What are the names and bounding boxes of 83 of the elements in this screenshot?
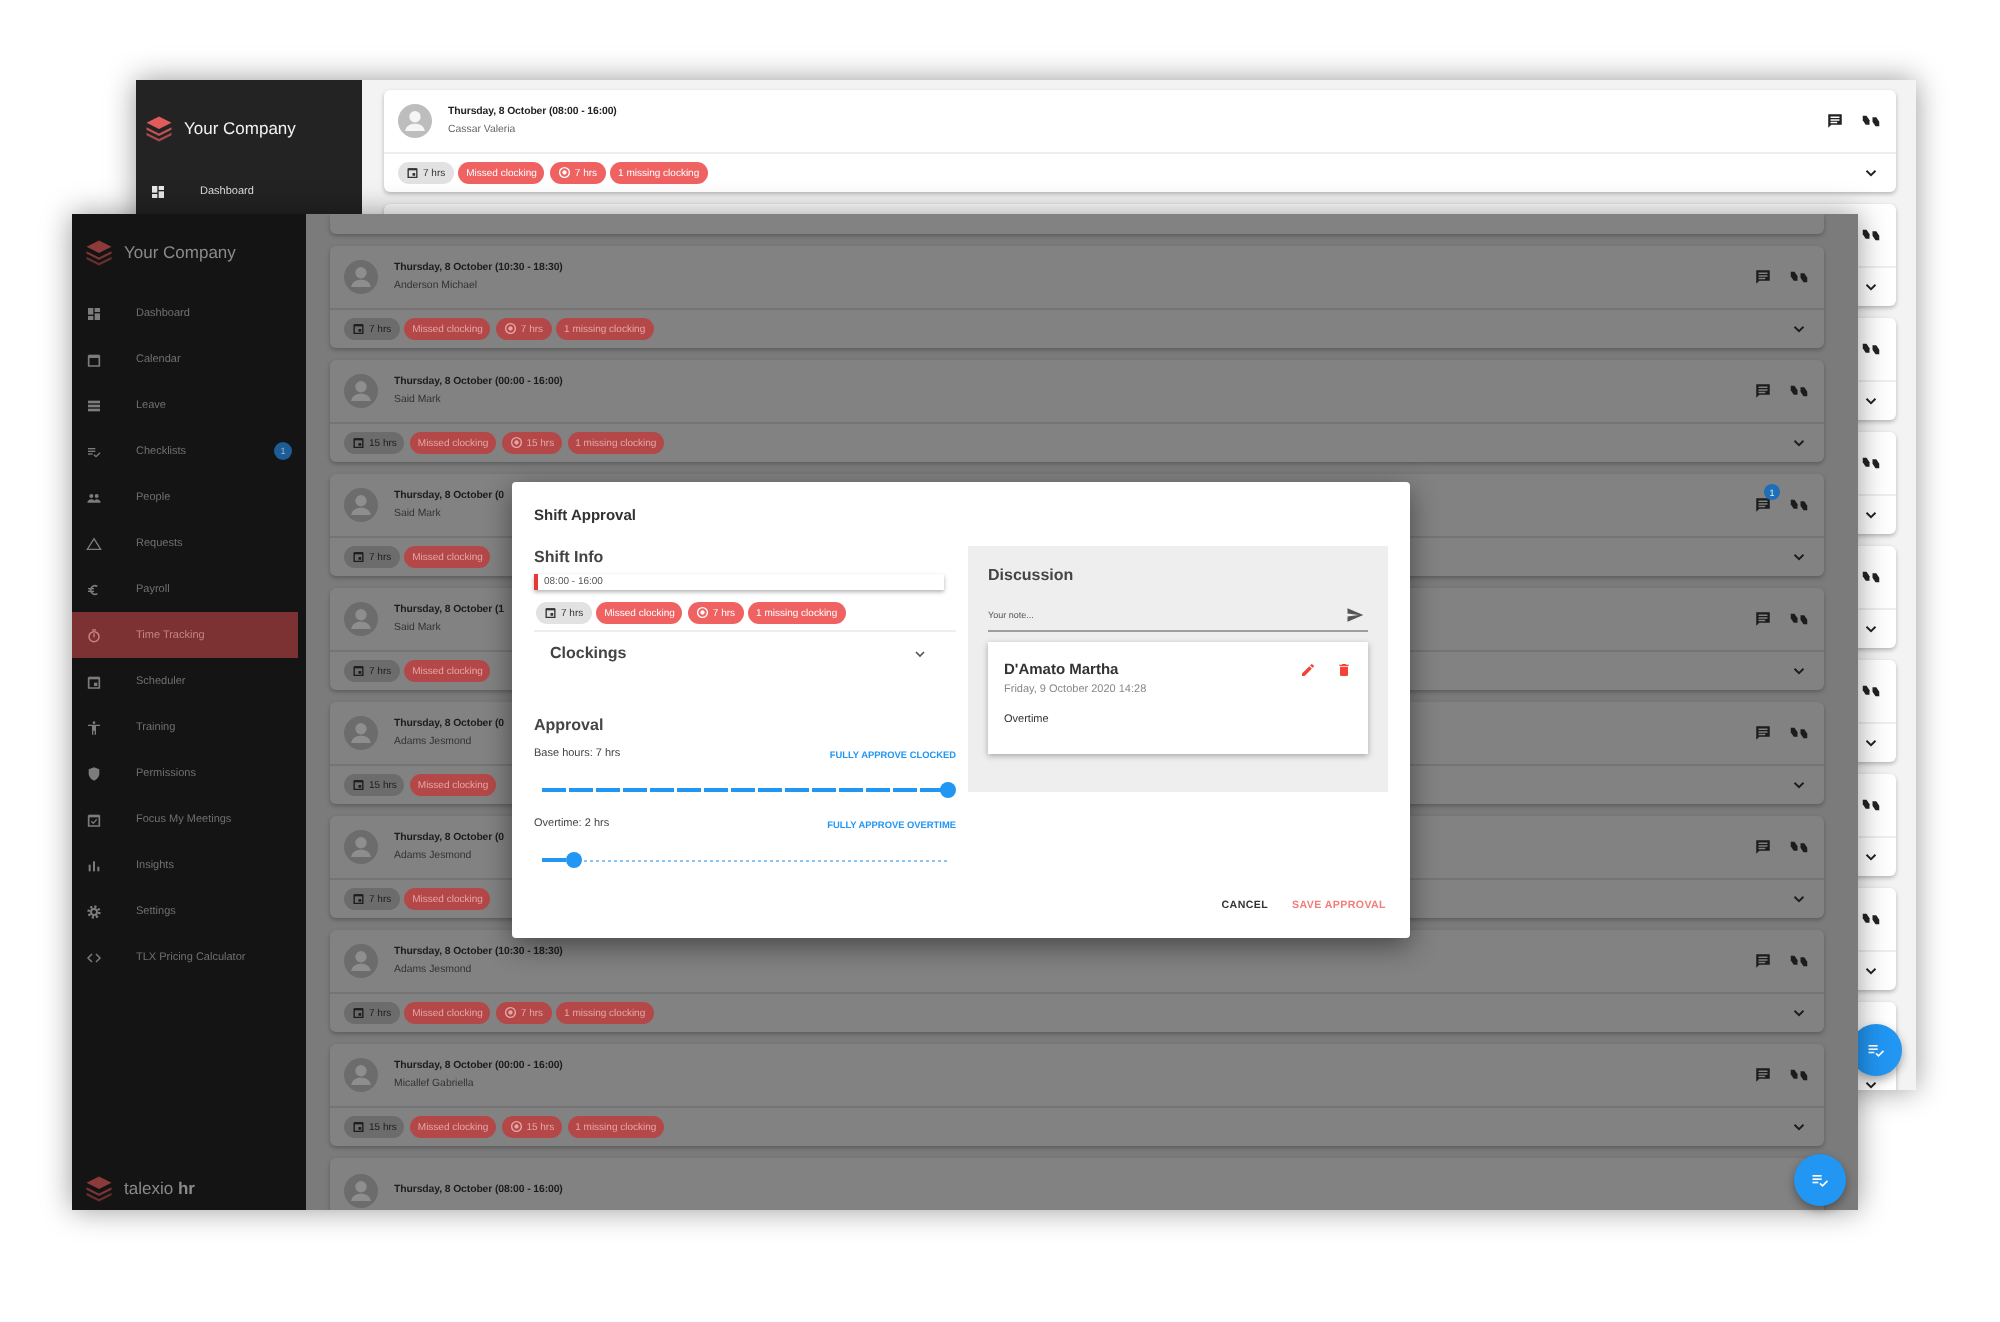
target-icon [509, 1120, 523, 1134]
calendar-icon [86, 673, 102, 689]
target-icon [695, 606, 709, 620]
calendar-icon [352, 1120, 365, 1134]
avatar-icon [344, 716, 378, 750]
calendar-icon [352, 322, 365, 336]
layers-logo-icon [144, 113, 174, 143]
chevron-icon[interactable] [1862, 734, 1880, 752]
calendar-icon [86, 351, 102, 367]
comment-icon[interactable] [1826, 112, 1844, 130]
chevron-icon[interactable] [1862, 164, 1880, 182]
target-icon [509, 436, 523, 450]
stopwatch-icon [86, 627, 102, 643]
target-icon [503, 322, 517, 336]
company-name: Your Company [124, 242, 236, 262]
thumbs-icon[interactable] [1790, 268, 1808, 286]
avatar-icon [344, 1058, 378, 1092]
checklist-icon [86, 443, 102, 459]
avatar-icon [344, 488, 378, 522]
people-icon [86, 489, 102, 505]
avatar-icon [398, 104, 432, 138]
send-icon[interactable] [1346, 606, 1364, 624]
calendar-icon [352, 664, 365, 678]
thumbs-icon[interactable] [1790, 382, 1808, 400]
thumbs-icon[interactable] [1862, 454, 1880, 472]
thumbs-icon[interactable] [1790, 1066, 1808, 1084]
grid-icon [86, 305, 102, 321]
layers-logo-icon [84, 1173, 114, 1203]
target-icon [503, 1006, 517, 1020]
thumbs-icon[interactable] [1790, 838, 1808, 856]
chevron-icon[interactable] [1862, 962, 1880, 980]
thumbs-icon[interactable] [1790, 610, 1808, 628]
calendar-check-icon [86, 811, 102, 827]
checklist-icon [1810, 1170, 1830, 1190]
target-icon [557, 166, 571, 180]
chevron-icon[interactable] [1862, 278, 1880, 296]
clockings-toggle[interactable]: Clockings [534, 630, 956, 674]
avatar-icon [344, 260, 378, 294]
figure-icon [86, 719, 102, 735]
calendar-icon [352, 436, 365, 450]
bar-chart-icon [86, 857, 102, 873]
thumbs-icon[interactable] [1862, 682, 1880, 700]
grid-icon [150, 183, 166, 199]
company-name: Your Company [184, 118, 296, 138]
avatar-icon [344, 830, 378, 864]
avatar-icon [344, 944, 378, 978]
thumbs-icon[interactable] [1862, 340, 1880, 358]
shield-icon [86, 765, 102, 781]
calendar-icon [352, 892, 365, 906]
euro-icon [86, 581, 102, 597]
thumbs-icon[interactable] [1862, 112, 1880, 130]
brand-name: talexio hr [124, 1178, 195, 1198]
trash-icon[interactable] [1336, 661, 1352, 677]
chevron-icon [912, 645, 928, 661]
thumbs-icon[interactable] [1790, 724, 1808, 742]
chevron-icon[interactable] [1862, 620, 1880, 638]
avatar-icon [344, 374, 378, 408]
chevron-icon[interactable] [1862, 506, 1880, 524]
pencil-icon[interactable] [1300, 661, 1316, 677]
thumbs-icon[interactable] [1862, 226, 1880, 244]
thumbs-icon[interactable] [1790, 496, 1808, 514]
avatar-icon [344, 602, 378, 636]
section-heading: Approval [534, 714, 604, 736]
thumbs-icon[interactable] [1862, 796, 1880, 814]
calendar-icon [406, 166, 419, 180]
section-heading: Shift Info [534, 546, 604, 568]
layers-logo-icon [84, 237, 114, 267]
calendar-icon [352, 1006, 365, 1020]
code-icon [86, 949, 102, 965]
settings-icon [86, 903, 102, 919]
checklist-icon [1866, 1040, 1886, 1060]
chevron-icon[interactable] [1862, 392, 1880, 410]
triangle-icon [86, 535, 102, 551]
thumbs-icon[interactable] [1862, 568, 1880, 586]
chevron-icon[interactable] [1862, 1076, 1880, 1090]
calendar-icon [352, 550, 365, 564]
chevron-icon[interactable] [1862, 848, 1880, 866]
thumbs-icon[interactable] [1862, 910, 1880, 928]
bars-icon [86, 397, 102, 413]
thumbs-icon[interactable] [1790, 952, 1808, 970]
calendar-icon [352, 778, 365, 792]
section-heading: Discussion [988, 564, 1074, 586]
calendar-icon [544, 606, 557, 620]
